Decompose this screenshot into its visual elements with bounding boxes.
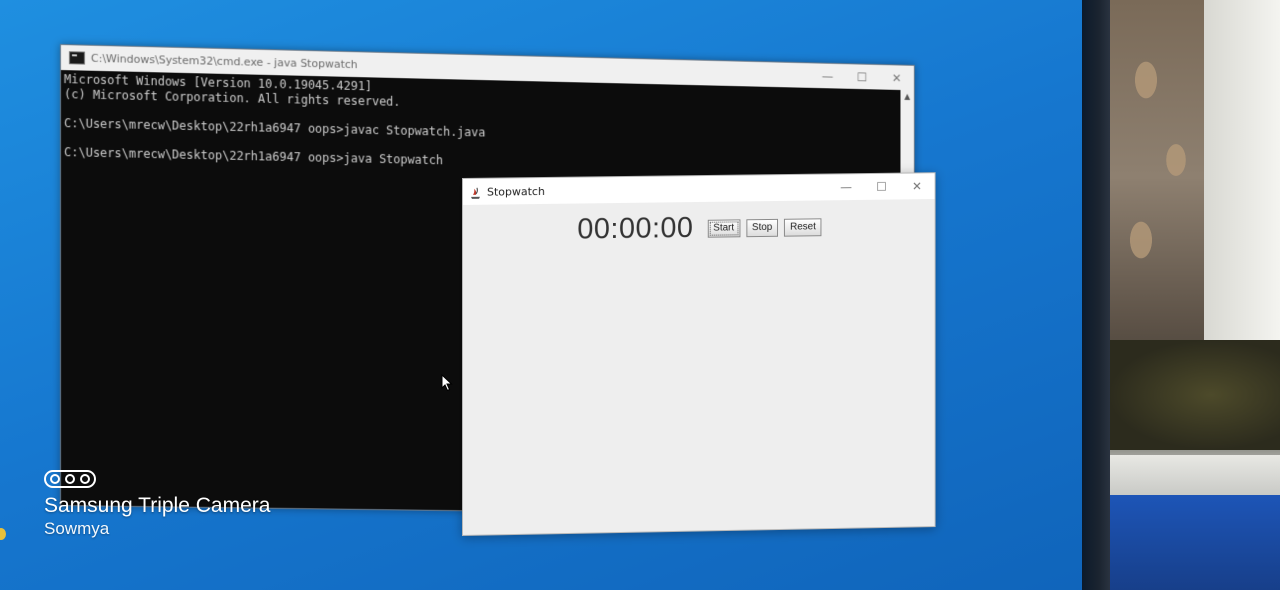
camera-brand: Samsung Triple Camera: [44, 494, 270, 518]
reset-button[interactable]: Reset: [784, 218, 822, 236]
minimize-button[interactable]: —: [810, 63, 845, 88]
stopwatch-window-controls: — ☐ ✕: [828, 173, 934, 200]
close-button[interactable]: ✕: [899, 173, 934, 199]
photo-frame: C:\Windows\System32\cmd.exe - java Stopw…: [0, 0, 1280, 590]
minimize-button[interactable]: —: [828, 174, 863, 200]
background-room: [1108, 0, 1280, 590]
time-display: 00:00:00: [577, 212, 693, 246]
partition: [1108, 495, 1280, 590]
java-icon: [469, 185, 482, 198]
stopwatch-window[interactable]: Stopwatch — ☐ ✕ 00:00:00 Start Stop Rese…: [462, 172, 936, 536]
maximize-button[interactable]: ☐: [845, 64, 880, 89]
cmd-window-controls: — ☐ ✕: [810, 63, 914, 90]
close-button[interactable]: ✕: [879, 65, 913, 90]
scroll-up-icon[interactable]: ▲: [900, 90, 913, 104]
desk: [1108, 455, 1280, 495]
mouse-cursor-icon: [441, 374, 453, 392]
curtain-pattern: [1116, 40, 1196, 300]
start-button[interactable]: Start: [707, 219, 740, 237]
triple-camera-icon: [44, 470, 96, 488]
camera-owner: Sowmya: [44, 518, 270, 540]
window-light: [1204, 0, 1280, 340]
stop-button[interactable]: Stop: [746, 218, 778, 236]
plant: [1108, 340, 1280, 450]
camera-watermark: Samsung Triple Camera Sowmya: [44, 470, 270, 540]
stopwatch-panel: 00:00:00 Start Stop Reset: [463, 199, 935, 248]
desktop-edge: [0, 0, 12, 590]
maximize-button[interactable]: ☐: [864, 174, 899, 200]
cmd-icon: [69, 51, 85, 64]
stopwatch-title: Stopwatch: [487, 181, 828, 198]
monitor-bezel: [1082, 0, 1110, 590]
desktop-icon-fragment: [0, 528, 6, 540]
console-output[interactable]: Microsoft Windows [Version 10.0.19045.42…: [61, 70, 914, 179]
